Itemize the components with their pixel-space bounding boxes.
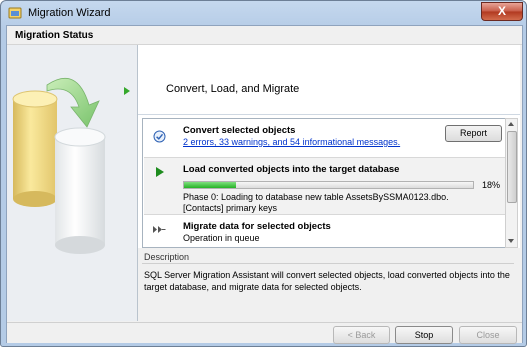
play-arrow-icon xyxy=(156,167,164,177)
current-page-arrow-icon xyxy=(124,87,130,95)
stop-button[interactable]: Stop xyxy=(395,326,453,344)
step-migrate: Migrate data for selected objects Operat… xyxy=(143,215,506,247)
window-title: Migration Wizard xyxy=(28,7,111,19)
wizard-side-illustration xyxy=(7,45,138,321)
page-title: Convert, Load, and Migrate xyxy=(166,83,300,95)
step-load: Load converted objects into the target d… xyxy=(143,158,506,214)
description-panel: Description SQL Server Migration Assista… xyxy=(138,248,520,321)
report-button[interactable]: Report xyxy=(445,125,502,142)
scroll-thumb[interactable] xyxy=(507,131,517,203)
steps-scrollbar[interactable] xyxy=(505,118,518,248)
migration-steps-list[interactable]: Convert selected objects 2 errors, 33 wa… xyxy=(142,118,507,248)
step-migrate-title: Migrate data for selected objects xyxy=(183,221,331,232)
content-divider xyxy=(138,114,520,115)
header-band: Migration Status xyxy=(7,26,522,45)
description-divider xyxy=(142,263,514,264)
load-progress-fill xyxy=(184,182,237,188)
double-arrow-icon xyxy=(153,226,166,233)
header-title: Migration Status xyxy=(15,30,94,41)
wizard-client-area: Migration Status Convert, Load, and Migr… xyxy=(6,25,523,344)
step-convert-title: Convert selected objects xyxy=(183,125,296,136)
database-illustration-icon xyxy=(7,45,137,321)
description-label: Description xyxy=(144,252,190,262)
button-bar: < Back Stop Close xyxy=(7,322,522,344)
messages-summary-link[interactable]: 2 errors, 33 warnings, and 54 informatio… xyxy=(183,137,400,147)
step-load-title: Load converted objects into the target d… xyxy=(183,164,400,175)
load-progress-bar xyxy=(183,181,474,189)
step-migrate-detail: Operation in queue xyxy=(183,233,260,243)
description-text: SQL Server Migration Assistant will conv… xyxy=(144,270,510,292)
content-pane: Convert, Load, and Migrate Convert selec… xyxy=(138,45,520,321)
migration-wizard-window: Migration Wizard X Migration Status Conv… xyxy=(0,0,527,347)
scroll-down-arrow-icon[interactable] xyxy=(508,239,514,243)
back-button[interactable]: < Back xyxy=(333,326,390,344)
step-load-detail: Phase 0: Loading to database new table A… xyxy=(183,192,449,213)
load-progress-percent: 18% xyxy=(482,180,501,190)
title-bar[interactable]: Migration Wizard X xyxy=(1,1,526,25)
close-button[interactable]: Close xyxy=(459,326,517,344)
checkmark-circle-icon xyxy=(153,130,166,143)
close-window-button[interactable]: X xyxy=(481,2,523,21)
step-convert: Convert selected objects 2 errors, 33 wa… xyxy=(143,119,506,157)
wizard-icon xyxy=(8,7,22,19)
scroll-up-arrow-icon[interactable] xyxy=(508,122,514,126)
